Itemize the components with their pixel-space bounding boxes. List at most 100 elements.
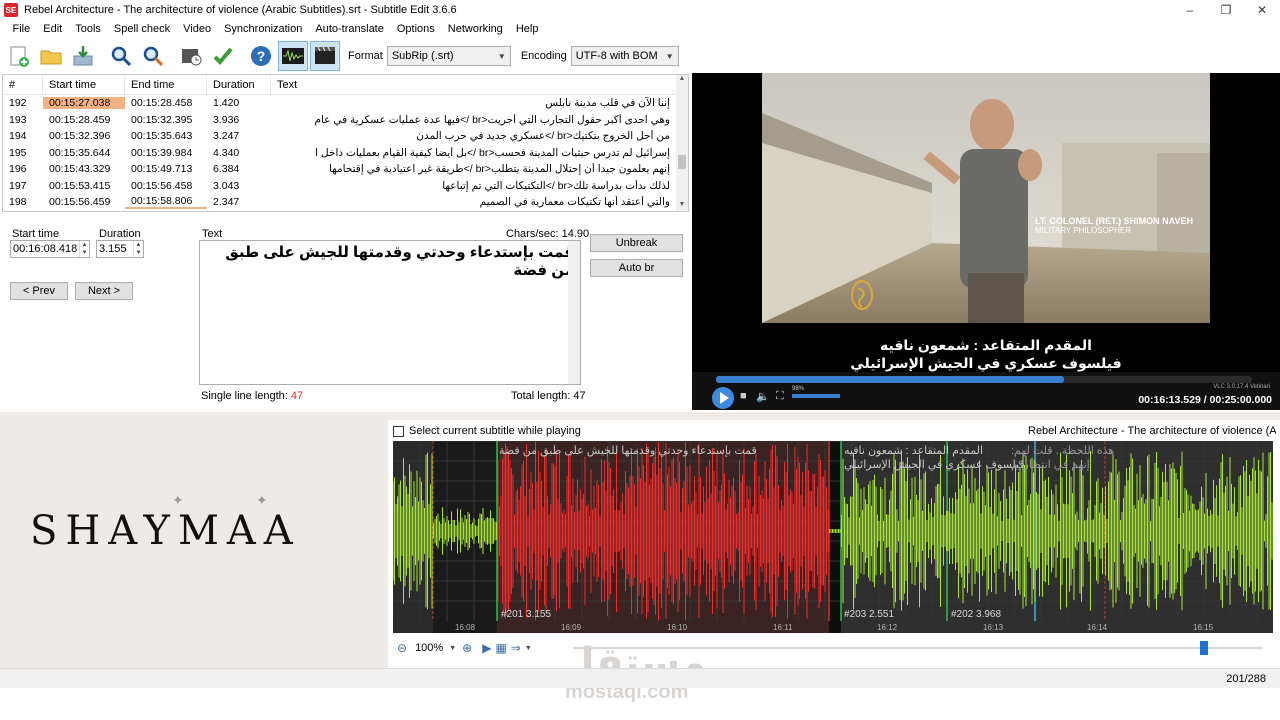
list-scrollbar[interactable]: ▲ ▼ bbox=[676, 75, 688, 211]
spinner-icon[interactable]: ▲ ▼ bbox=[79, 241, 89, 257]
select-while-playing-label: Select current subtitle while playing bbox=[409, 425, 581, 437]
editor-scrollbar[interactable] bbox=[568, 241, 580, 384]
single-line-value: 47 bbox=[290, 390, 304, 402]
row-end-time: 00:15:39.984 bbox=[131, 146, 193, 159]
scroll-up-icon[interactable]: ▲ bbox=[676, 75, 688, 82]
format-select[interactable]: SubRip (.srt) ▼ bbox=[386, 46, 511, 66]
row-duration: 3.936 bbox=[213, 113, 240, 126]
spell-check-icon[interactable] bbox=[208, 41, 238, 71]
video-player[interactable]: LT. COLONEL (RET.) SHIMON NAVEH MILITARY… bbox=[692, 73, 1280, 410]
table-row[interactable]: 193 00:15:28.459 00:15:32.395 3.936 وهي … bbox=[3, 112, 688, 129]
lower-third: LT. COLONEL (RET.) SHIMON NAVEH MILITARY… bbox=[1035, 216, 1193, 235]
new-file-icon[interactable] bbox=[4, 41, 34, 71]
list-header: # Start time End time Duration Text bbox=[3, 75, 688, 95]
auto-br-button[interactable]: Auto br bbox=[590, 259, 683, 277]
menu-synchronization[interactable]: Synchronization bbox=[218, 23, 309, 35]
table-row[interactable]: 196 00:15:43.329 00:15:49.713 6.384 إنهم… bbox=[3, 161, 688, 178]
duration-input[interactable]: 3.155 ▲ ▼ bbox=[96, 240, 144, 258]
chevron-down-icon[interactable]: ▼ bbox=[449, 645, 456, 652]
menu-video[interactable]: Video bbox=[177, 23, 218, 35]
menu-edit[interactable]: Edit bbox=[37, 23, 69, 35]
text-label: Text bbox=[202, 228, 223, 240]
vlc-version: VLC 3.0.17.4 Vetinari bbox=[1213, 384, 1270, 390]
forward-icon[interactable]: ⇒ bbox=[511, 641, 521, 655]
row-start-time: 00:15:35.644 bbox=[49, 146, 111, 159]
chevron-down-icon[interactable]: ▼ bbox=[525, 645, 532, 652]
spinner-icon[interactable]: ▲ ▼ bbox=[133, 241, 143, 257]
menu-help[interactable]: Help bbox=[509, 23, 545, 35]
row-start-time: 00:15:27.038 bbox=[43, 97, 125, 110]
row-number: 198 bbox=[9, 196, 27, 209]
encoding-select[interactable]: UTF-8 with BOM ▼ bbox=[570, 46, 679, 66]
zoom-in-icon[interactable]: ⊕ bbox=[462, 641, 472, 655]
close-button[interactable]: ✕ bbox=[1244, 0, 1280, 20]
column-end-time[interactable]: End time bbox=[125, 75, 207, 95]
subtitle-text-value: قمت بإستدعاء وحدتي وقدمتها للجيش على طبق… bbox=[225, 244, 574, 279]
minimize-button[interactable]: – bbox=[1172, 0, 1208, 20]
zoom-out-icon[interactable]: ⊖ bbox=[397, 641, 407, 655]
replace-icon[interactable] bbox=[138, 41, 168, 71]
grid-icon[interactable]: ▦ bbox=[495, 641, 506, 655]
menu-networking[interactable]: Networking bbox=[441, 23, 509, 35]
table-row[interactable]: 194 00:15:32.396 00:15:35.643 3.247 من أ… bbox=[3, 128, 688, 145]
scroll-thumb[interactable] bbox=[678, 155, 686, 169]
video-frame: LT. COLONEL (RET.) SHIMON NAVEH MILITARY… bbox=[762, 73, 1210, 323]
table-row[interactable]: 197 00:15:53.415 00:15:56.458 3.043 لذلك… bbox=[3, 178, 688, 195]
prev-button[interactable]: < Prev bbox=[10, 282, 68, 300]
scroll-down-icon[interactable]: ▼ bbox=[676, 201, 688, 208]
help-icon[interactable]: ? bbox=[246, 41, 276, 71]
visual-sync-icon[interactable] bbox=[176, 41, 206, 71]
volume-icon[interactable]: 🔈 bbox=[756, 390, 770, 403]
row-text: إسرائيل لم تدرس حيثيات المدينة فحسب<br /… bbox=[315, 146, 670, 159]
select-while-playing-checkbox[interactable] bbox=[393, 425, 404, 437]
column-start-time[interactable]: Start time bbox=[43, 75, 125, 95]
volume-slider[interactable] bbox=[792, 394, 840, 398]
menu-file[interactable]: File bbox=[6, 23, 37, 35]
start-time-label: Start time bbox=[12, 228, 60, 240]
menu-tools[interactable]: Tools bbox=[69, 23, 108, 35]
table-row[interactable]: 198 00:15:56.459 00:15:58.806 2.347 والت… bbox=[3, 194, 688, 211]
play-icon[interactable] bbox=[712, 387, 734, 409]
table-row[interactable]: 195 00:15:35.644 00:15:39.984 4.340 إسرا… bbox=[3, 145, 688, 162]
maximize-button[interactable]: ❐ bbox=[1208, 0, 1244, 20]
video-toggle-icon[interactable] bbox=[310, 41, 340, 71]
column-duration[interactable]: Duration bbox=[207, 75, 271, 95]
subtitle-text-editor[interactable]: قمت بإستدعاء وحدتي وقدمتها للجيش على طبق… bbox=[199, 240, 581, 385]
stop-icon[interactable]: ■ bbox=[740, 390, 747, 402]
waveform-toggle-icon[interactable] bbox=[278, 41, 308, 71]
row-end-time: 00:15:35.643 bbox=[131, 130, 193, 143]
slider-knob[interactable] bbox=[1200, 641, 1208, 655]
menu-spell-check[interactable]: Spell check bbox=[107, 23, 176, 35]
start-time-input[interactable]: 00:16:08.418 ▲ ▼ bbox=[10, 240, 90, 258]
row-text: وهي احدى أكبر حقول التجارب التي أجريت<br… bbox=[314, 113, 670, 126]
play-next-icon[interactable]: ▶ bbox=[482, 641, 491, 655]
table-row[interactable]: 192 00:15:27.038 00:15:28.458 1.420 إننا… bbox=[3, 95, 688, 112]
select-while-playing[interactable]: Select current subtitle while playing bbox=[393, 425, 581, 437]
unbreak-button[interactable]: Unbreak bbox=[590, 234, 683, 252]
column-number[interactable]: # bbox=[3, 75, 43, 95]
waveform-subtitle-overlap-2: إنهم في انتظاركم bbox=[1011, 459, 1090, 471]
duration-value: 3.155 bbox=[99, 243, 127, 255]
row-duration: 3.043 bbox=[213, 179, 240, 192]
fullscreen-icon[interactable]: ⛶ bbox=[776, 390, 784, 403]
find-icon[interactable] bbox=[106, 41, 136, 71]
save-download-icon[interactable] bbox=[68, 41, 98, 71]
total-length-label: Total length: bbox=[511, 390, 571, 402]
video-progress-bar[interactable] bbox=[716, 376, 1252, 383]
row-number: 197 bbox=[9, 179, 27, 192]
menu-options[interactable]: Options bbox=[390, 23, 441, 35]
zoom-value[interactable]: 100% bbox=[415, 642, 443, 654]
menu-auto-translate[interactable]: Auto-translate bbox=[309, 23, 390, 35]
audio-waveform[interactable]: قمت بإستدعاء وحدتي وقدمتها للجيش على طبق… bbox=[393, 441, 1273, 633]
column-text[interactable]: Text bbox=[271, 75, 676, 95]
open-folder-icon[interactable] bbox=[36, 41, 66, 71]
single-line-length: Single line length: 47 bbox=[201, 390, 303, 402]
row-text: من أجل الخروج بتكتيك<br />عسكري جديد في … bbox=[416, 130, 670, 143]
edit-panel: Start time 00:16:08.418 ▲ ▼ Duration 3.15… bbox=[0, 224, 690, 410]
next-button[interactable]: Next > bbox=[75, 282, 133, 300]
subtitle-list[interactable]: # Start time End time Duration Text 192 … bbox=[2, 74, 689, 212]
window-controls: – ❐ ✕ bbox=[1172, 0, 1280, 20]
status-bar: 201/288 bbox=[0, 668, 1280, 688]
chevron-down-icon: ▼ bbox=[497, 51, 506, 61]
waveform-graph[interactable] bbox=[393, 441, 1273, 633]
